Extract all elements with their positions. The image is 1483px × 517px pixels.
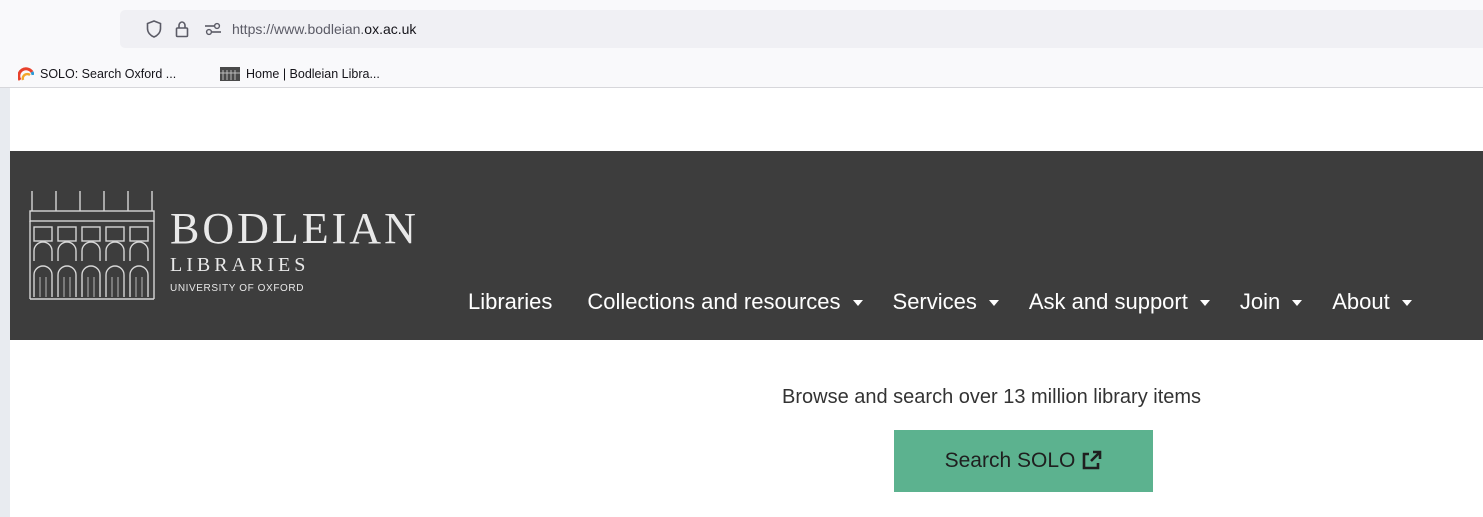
nav-join[interactable]: Join [1239,289,1303,315]
bookmarks-bar: SOLO: Search Oxford ... Home | Bodleian … [0,60,1483,88]
url-prefix: https://www.bodleian. [232,21,365,37]
external-link-icon [1080,450,1102,472]
url-domain: ox.ac.uk [364,21,417,37]
site-header: BODLEIAN LIBRARIES UNIVERSITY OF OXFORD … [10,151,1483,340]
solo-rainbow-icon [18,66,34,82]
nav-label: Services [892,289,977,314]
logo-title: BODLEIAN [170,204,419,253]
lock-icon[interactable] [172,18,192,40]
bookmark-label: SOLO: Search Oxford ... [40,67,177,81]
logo-university: UNIVERSITY OF OXFORD [170,283,305,294]
logo-wordmark: BODLEIAN LIBRARIES UNIVERSITY OF OXFORD [170,204,419,295]
caret-down-icon [988,300,999,306]
main-nav: Libraries Collections and resources Serv… [468,289,1412,315]
nav-label: Join [1239,289,1281,314]
permissions-icon[interactable] [202,18,224,40]
search-solo-label: Search SOLO [944,449,1076,472]
search-tagline: Browse and search over 13 million librar… [782,386,1202,408]
bookmark-bodleian-home[interactable]: Home | Bodleian Libra... [220,60,380,88]
nav-collections-and-resources[interactable]: Collections and resources [587,289,863,315]
library-building-icon [28,189,156,306]
nav-ask-and-support[interactable]: Ask and support [1029,289,1210,315]
caret-down-icon [1199,300,1210,306]
nav-libraries[interactable]: Libraries [468,289,552,315]
bookmark-solo[interactable]: SOLO: Search Oxford ... [18,60,176,88]
bodleian-favicon [220,67,240,81]
logo-subtitle: LIBRARIES [170,254,310,276]
shield-icon[interactable] [144,18,164,40]
caret-down-icon [1401,300,1412,306]
bodleian-logo[interactable]: BODLEIAN LIBRARIES UNIVERSITY OF OXFORD [28,189,419,306]
nav-label: Libraries [468,289,553,314]
nav-label: Collections and resources [587,289,841,314]
caret-down-icon [1292,300,1303,306]
nav-label: About [1332,289,1390,314]
url-bar[interactable]: https://www.bodleian.ox.ac.uk [120,10,1483,48]
search-solo-button[interactable]: Search SOLO [894,430,1153,492]
nav-about[interactable]: About [1332,289,1412,315]
browser-toolbar: https://www.bodleian.ox.ac.uk [0,0,1483,60]
caret-down-icon [852,300,863,306]
url-text[interactable]: https://www.bodleian.ox.ac.uk [232,10,416,48]
nav-services[interactable]: Services [893,289,999,315]
nav-label: Ask and support [1028,289,1188,314]
bookmark-label: Home | Bodleian Libra... [246,67,380,81]
